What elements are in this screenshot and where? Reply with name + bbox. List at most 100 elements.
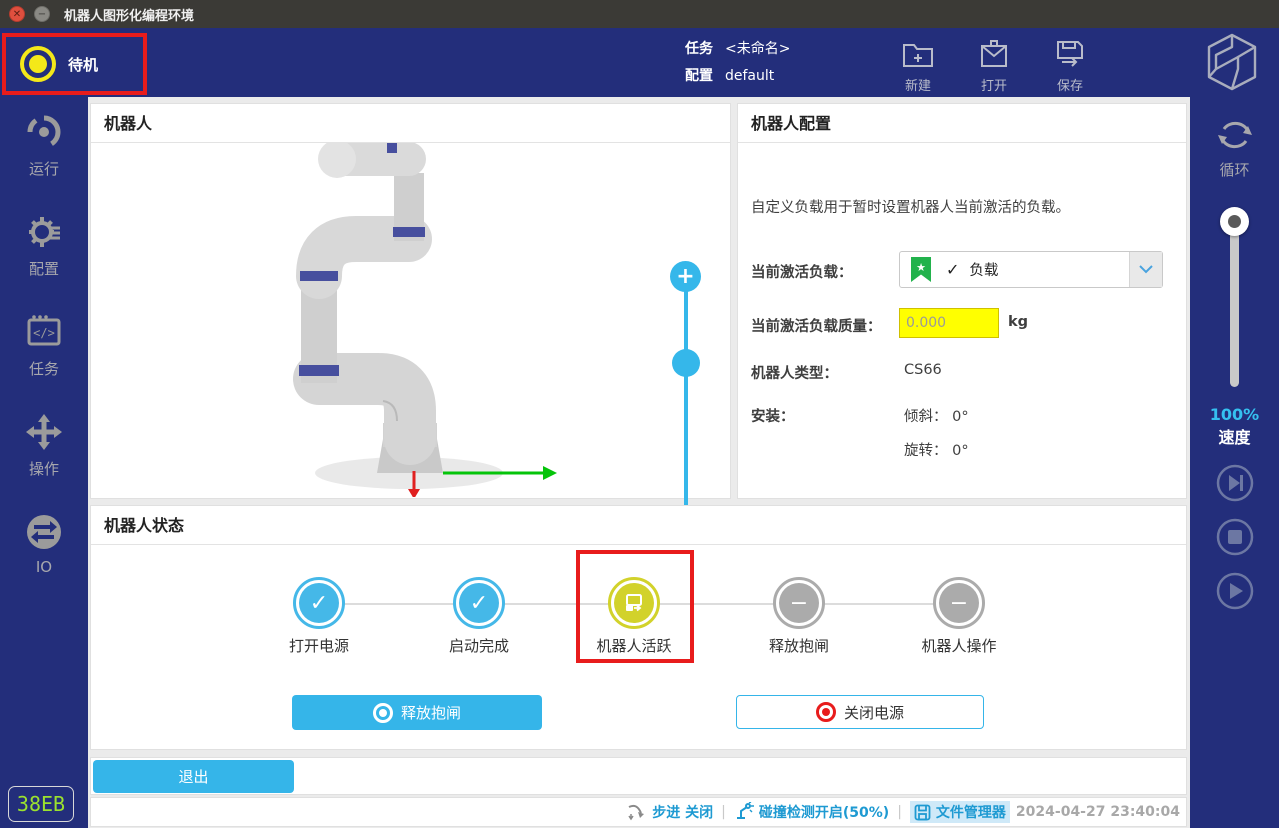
open-task-label: 打开	[981, 75, 1007, 94]
sidebar-item-config-label: 配置	[29, 258, 59, 279]
config-panel-title: 机器人配置	[738, 104, 1186, 143]
robot-3d-viewport[interactable]: + −	[91, 143, 730, 498]
release-brake-label: 释放抱闸	[401, 702, 461, 723]
minus-icon: −	[939, 583, 979, 623]
robot-status-panel: 机器人状态 ✓ 打开电源 ✓ 启动完成 机器人活跃 − 释放抱闸 − 机器人操作…	[90, 505, 1187, 750]
check-icon: ✓	[299, 583, 339, 623]
sidebar-item-io[interactable]: IO	[0, 512, 88, 596]
io-swap-icon	[24, 512, 64, 552]
task-label: 任务	[685, 41, 713, 57]
robot-arm-image	[91, 143, 730, 497]
left-sidebar: 运行 配置 </> 任务 操作 IO 38EB	[0, 97, 88, 828]
sidebar-item-config[interactable]: 配置	[0, 212, 88, 296]
step-forward-button[interactable]	[1190, 464, 1279, 502]
minimize-icon[interactable]: −	[34, 6, 50, 22]
speed-slider-knob[interactable]	[1220, 207, 1249, 236]
right-sidebar: 循环 100% 速度	[1190, 97, 1279, 828]
zoom-knob[interactable]	[672, 349, 700, 377]
play-button[interactable]	[1190, 572, 1279, 610]
robot-panel-title: 机器人	[91, 104, 730, 143]
power-off-label: 关闭电源	[844, 702, 904, 723]
task-value: <未命名>	[725, 41, 790, 57]
status-bar: 步进 关闭 | 碰撞检测开启(50%) | 文件管理器 2024-04-27 2…	[90, 797, 1187, 827]
close-icon[interactable]: ✕	[9, 6, 25, 22]
bookmark-star-icon: ★	[910, 256, 932, 283]
step-robot-operate-label: 机器人操作	[899, 635, 1019, 656]
svg-text:</>: </>	[33, 326, 55, 340]
svg-text:★: ★	[916, 261, 926, 274]
robot-type-label: 机器人类型：	[751, 362, 838, 383]
gear-icon	[24, 212, 64, 252]
payload-description: 自定义负载用于暂时设置机器人当前激活的负载。	[751, 196, 1070, 217]
annotation-box-robot-active	[576, 550, 694, 663]
new-task-button[interactable]: 新建	[880, 32, 956, 94]
step-boot-complete: ✓ 启动完成	[419, 577, 539, 656]
step-release-brake: − 释放抱闸	[739, 577, 859, 656]
new-folder-icon	[900, 36, 936, 72]
step-robot-operate: − 机器人操作	[899, 577, 1019, 656]
stop-icon	[1216, 518, 1254, 556]
zoom-in-button[interactable]: +	[670, 261, 701, 292]
payload-check-icon: ✓	[946, 260, 959, 279]
radio-dot-red-icon	[816, 702, 836, 722]
robot-config-panel: 机器人配置 自定义负载用于暂时设置机器人当前激活的负载。 当前激活负载： ★ ✓…	[737, 103, 1187, 499]
step-power-on-label: 打开电源	[259, 635, 379, 656]
task-config-info: 任务 <未命名> 配置 default	[685, 36, 790, 90]
code-window-icon: </>	[24, 312, 64, 352]
stop-button[interactable]	[1190, 518, 1279, 556]
header-actions: 新建 打开 保存	[880, 32, 1108, 94]
cube-logo-icon	[1204, 32, 1260, 92]
step-mode-indicator[interactable]: 步进 关闭	[627, 802, 713, 822]
mount-label: 安装：	[751, 405, 795, 426]
chevron-down-icon[interactable]	[1129, 252, 1162, 287]
mass-unit-label: kg	[1008, 314, 1028, 330]
exit-bar: 退出	[90, 757, 1187, 795]
robot-view-panel: 机器人	[90, 103, 731, 499]
app-window: ✕ − 机器人图形化编程环境 待机 任务 <未命名> 配置 default 新建 打…	[0, 0, 1279, 828]
loop-label: 循环	[1190, 159, 1279, 180]
save-task-label: 保存	[1057, 75, 1083, 94]
collision-robot-icon	[734, 802, 754, 822]
speed-value: 100%	[1190, 405, 1279, 424]
mount-tilt-value: 倾斜： 0°	[904, 405, 969, 426]
skip-next-icon	[1216, 464, 1254, 502]
speed-slider-track[interactable]	[1230, 215, 1239, 387]
payload-selected-value: 负载	[969, 259, 998, 280]
payload-mass-input[interactable]	[899, 308, 999, 338]
release-brake-button[interactable]: 释放抱闸	[292, 695, 542, 730]
step-arrow-icon	[627, 803, 647, 821]
brand-logo	[1195, 30, 1269, 94]
config-label: 配置	[685, 68, 713, 84]
mount-rotate-value: 旋转： 0°	[904, 439, 969, 460]
config-value: default	[725, 68, 774, 84]
header: 待机 任务 <未命名> 配置 default 新建 打开 保存	[0, 28, 1279, 97]
standby-status-label: 待机	[68, 54, 98, 75]
save-task-button[interactable]: 保存	[1032, 32, 1108, 94]
power-off-button[interactable]: 关闭电源	[736, 695, 984, 729]
sidebar-item-task[interactable]: </> 任务	[0, 312, 88, 396]
payload-mass-label: 当前激活负载质量：	[751, 315, 882, 336]
robot-type-value: CS66	[904, 362, 942, 378]
loop-icon	[1214, 115, 1256, 155]
file-manager-button[interactable]: 文件管理器	[910, 801, 1010, 823]
open-task-button[interactable]: 打开	[956, 32, 1032, 94]
statusbar-separator: |	[721, 804, 726, 820]
new-task-label: 新建	[905, 75, 931, 94]
sidebar-item-run[interactable]: 运行	[0, 112, 88, 196]
robot-mode-indicator[interactable]: 待机	[2, 33, 147, 95]
collision-detection-indicator[interactable]: 碰撞检测开启(50%)	[734, 802, 889, 822]
window-title: 机器人图形化编程环境	[64, 5, 194, 24]
play-icon	[1216, 572, 1254, 610]
system-datetime: 2024-04-27 23:40:04	[1016, 804, 1180, 820]
sidebar-item-io-label: IO	[36, 558, 52, 576]
run-icon	[24, 112, 64, 152]
exit-button[interactable]: 退出	[93, 760, 294, 793]
speed-readout: 100% 速度	[1190, 405, 1279, 448]
standby-status-icon	[20, 46, 56, 82]
sidebar-item-task-label: 任务	[29, 358, 59, 379]
robot-id-badge[interactable]: 38EB	[8, 786, 74, 822]
loop-control[interactable]: 循环	[1190, 115, 1279, 180]
payload-select[interactable]: ★ ✓ 负载	[899, 251, 1163, 288]
sidebar-item-run-label: 运行	[29, 158, 59, 179]
sidebar-item-operate[interactable]: 操作	[0, 412, 88, 496]
